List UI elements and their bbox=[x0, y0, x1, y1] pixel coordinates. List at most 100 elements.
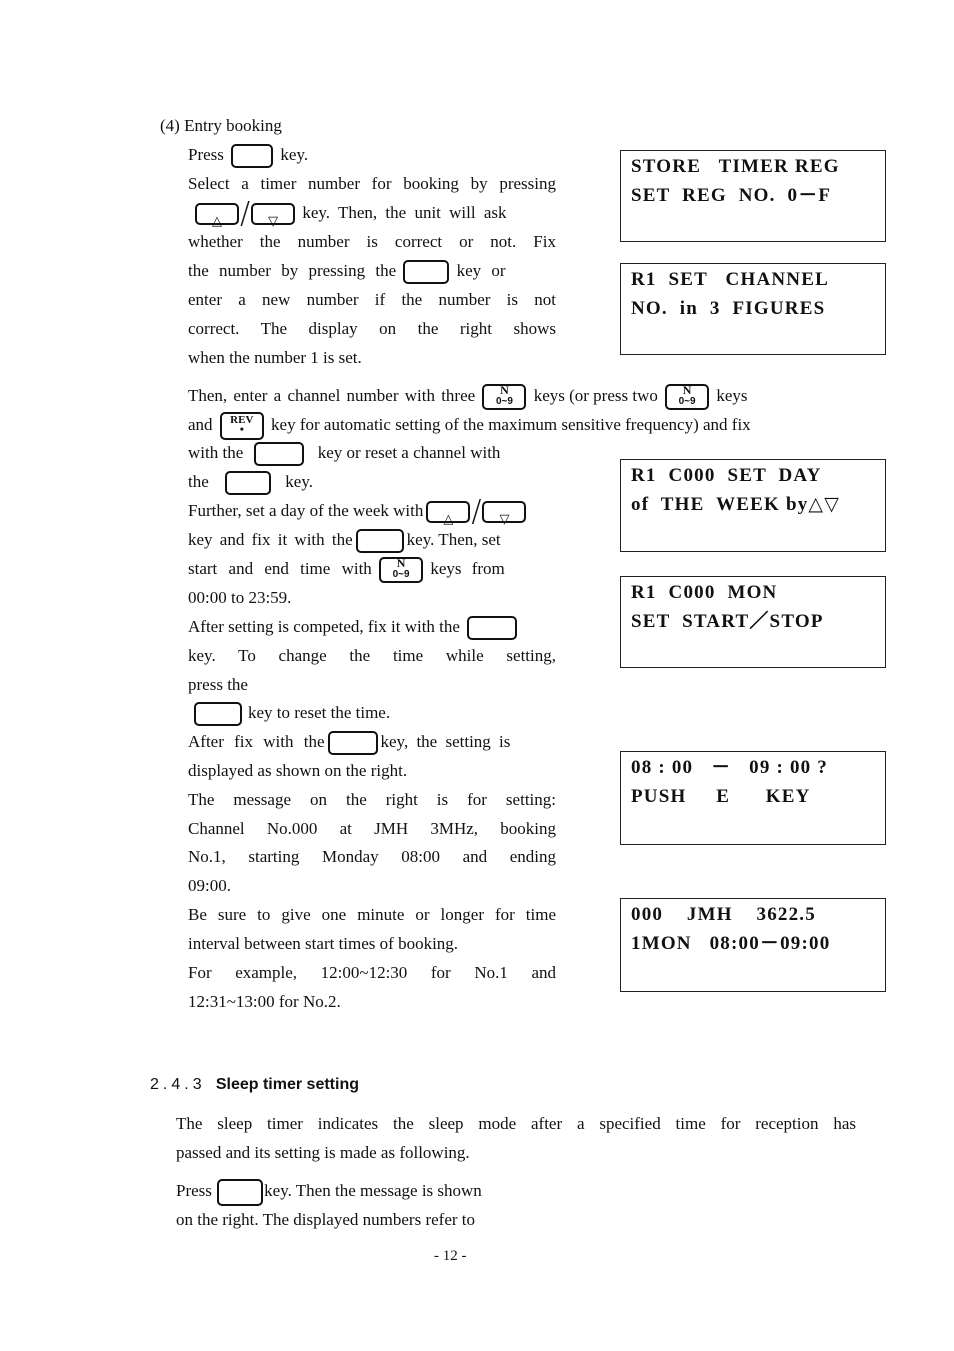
text-line: correct. The display on the right shows bbox=[188, 319, 556, 338]
text-line: and REV • key for automatic setting of th… bbox=[188, 410, 751, 441]
text: keys (or press two bbox=[533, 386, 658, 405]
text: Press bbox=[176, 1181, 212, 1200]
up-key-icon: △ bbox=[195, 203, 239, 229]
text: keys from bbox=[430, 559, 505, 578]
text-line: For example, 12:00~12:30 for No.1 and bbox=[188, 963, 556, 982]
lcd-display-store-timer: STORE TIMER REG SET REG NO. 0－F bbox=[620, 150, 886, 242]
text: key. Then, the unit will ask bbox=[302, 203, 507, 222]
text-line: After setting is competed, fix it with t… bbox=[188, 612, 588, 641]
text: key. Then, set bbox=[406, 530, 501, 549]
lcd-line-1: R1 SET CHANNEL bbox=[631, 269, 829, 290]
text-line: The message on the right is for setting: bbox=[188, 790, 556, 809]
text-line: Then, enter a channel number with three … bbox=[188, 381, 748, 411]
numeric-key-icon: N 0~9 bbox=[379, 557, 424, 584]
lcd-display-push-e-key: 08 : 00 － 09 : 00 ? PUSH E KEY bbox=[620, 751, 886, 845]
lcd-line-1: 08 : 00 － 09 : 00 ? bbox=[631, 757, 829, 778]
fix-key-icon bbox=[467, 616, 518, 641]
text: Further, set a day of the week with bbox=[188, 501, 424, 520]
text: start and end time with bbox=[188, 559, 372, 578]
text-line: whether the number is correct or not. Fi… bbox=[188, 232, 556, 251]
section-heading: (4) Entry booking bbox=[160, 116, 282, 135]
text-line: The sleep timer indicates the sleep mode… bbox=[176, 1114, 856, 1133]
lcd-display-start-stop: R1 C000 MON SET START／STOP bbox=[620, 576, 886, 668]
up-key-icon: △ bbox=[426, 501, 471, 527]
lcd-display-set-channel: R1 SET CHANNEL NO. in 3 FIGURES bbox=[620, 263, 886, 355]
text: key, the setting is bbox=[380, 732, 511, 751]
sleep-key-icon bbox=[217, 1178, 264, 1206]
text: After setting is competed, fix it with t… bbox=[188, 617, 460, 636]
text: key. Then the message is shown bbox=[264, 1181, 482, 1200]
lcd-line-1: R1 C000 MON bbox=[631, 582, 778, 603]
lcd-line-2: SET START／STOP bbox=[631, 611, 824, 632]
text-line: enter a new number if the number is not bbox=[188, 290, 556, 309]
text-line: press the bbox=[188, 675, 248, 694]
text-line: with the key or reset a channel with bbox=[188, 438, 556, 467]
text: key and fix it with the bbox=[188, 530, 353, 549]
subsection-heading: 2.4.3 Sleep timer setting bbox=[150, 1074, 359, 1094]
clear-key-icon bbox=[194, 702, 242, 727]
down-key-icon: ▽ bbox=[482, 501, 527, 527]
text: key for automatic setting of the maximum… bbox=[271, 415, 751, 434]
lcd-line-1: R1 C000 SET DAY bbox=[631, 465, 822, 486]
text: and bbox=[188, 415, 213, 434]
fix-key-icon bbox=[253, 442, 304, 467]
text-line: displayed as shown on the right. bbox=[188, 761, 408, 780]
numeric-key-icon: N 0~9 bbox=[482, 384, 527, 411]
lcd-line-1: 000 JMH 3622.5 bbox=[631, 904, 816, 925]
text-line: the key. bbox=[188, 467, 556, 496]
text-line: key. To change the time while setting, bbox=[188, 646, 556, 665]
fix-key-icon bbox=[355, 529, 404, 554]
numeric-key-icon: N 0~9 bbox=[665, 384, 710, 411]
lcd-line-2: NO. in 3 FIGURES bbox=[631, 298, 826, 319]
text-line: interval between start times of booking. bbox=[188, 934, 459, 953]
text-line: 00:00 to 23:59. bbox=[188, 588, 292, 607]
text-line: △ / ▽ key. Then, the unit will ask bbox=[192, 196, 560, 232]
text-line: 09:00. bbox=[188, 876, 231, 895]
text-line: Select a timer number for booking by pre… bbox=[188, 174, 556, 193]
text: the number by pressing the bbox=[188, 261, 397, 280]
text: the bbox=[188, 472, 209, 491]
lcd-line-2: 1MON 08:00－09:00 bbox=[631, 933, 831, 954]
text: Press bbox=[188, 145, 224, 164]
text-line: the number by pressing the key or bbox=[188, 256, 556, 285]
text-line: Press key. Then the message is shown bbox=[176, 1176, 856, 1206]
clear-key-icon bbox=[225, 471, 272, 496]
text-line: No.1, starting Monday 08:00 and ending bbox=[188, 847, 556, 866]
lcd-line-2: of THE WEEK by△▽ bbox=[631, 494, 841, 515]
page-number: - 12 - bbox=[434, 1248, 467, 1264]
text-line: Be sure to give one minute or longer for… bbox=[188, 905, 556, 924]
text-line: when the number 1 is set. bbox=[188, 348, 362, 367]
lcd-line-2: SET REG NO. 0－F bbox=[631, 185, 832, 206]
fix-key-icon bbox=[327, 731, 378, 756]
text-line: Press key. bbox=[188, 140, 556, 169]
rev-key-icon: REV • bbox=[219, 412, 264, 441]
down-key-icon: ▽ bbox=[251, 203, 296, 229]
lcd-display-set-day: R1 C000 SET DAY of THE WEEK by△▽ bbox=[620, 459, 886, 552]
lcd-display-booking-result: 000 JMH 3622.5 1MON 08:00－09:00 bbox=[620, 898, 886, 992]
text: with the bbox=[188, 443, 244, 462]
text-line: 12:31~13:00 for No.2. bbox=[188, 992, 341, 1011]
entry-key-icon bbox=[231, 144, 274, 169]
text-line: passed and its setting is made as follow… bbox=[176, 1143, 470, 1162]
text: key. bbox=[285, 472, 313, 491]
text-line: After fix with the key, the setting is bbox=[188, 727, 556, 756]
text-line: on the right. The displayed numbers refe… bbox=[176, 1210, 475, 1229]
slash-icon: / bbox=[240, 196, 251, 232]
subsection-title: Sleep timer setting bbox=[215, 1076, 359, 1093]
text-line: start and end time with N 0~9 keys from bbox=[188, 554, 556, 584]
text: Then, enter a channel number with three bbox=[188, 386, 476, 405]
lcd-line-1: STORE TIMER REG bbox=[631, 156, 840, 177]
text: keys bbox=[716, 386, 748, 405]
subsection-number: 2.4.3 bbox=[150, 1076, 206, 1093]
text: key to reset the time. bbox=[248, 703, 391, 722]
fix-key-icon bbox=[403, 260, 450, 285]
text: key or bbox=[456, 261, 506, 280]
lcd-line-2: PUSH E KEY bbox=[631, 786, 811, 807]
text-line: Further, set a day of the week with △ / ▽ bbox=[188, 494, 608, 530]
text: key or reset a channel with bbox=[317, 443, 501, 462]
text-line: key to reset the time. bbox=[192, 698, 560, 727]
text-line: key and fix it with the key. Then, set bbox=[188, 525, 556, 554]
slash-icon: / bbox=[471, 494, 482, 530]
text-line: Channel No.000 at JMH 3MHz, booking bbox=[188, 819, 556, 838]
text: key. bbox=[280, 145, 309, 164]
